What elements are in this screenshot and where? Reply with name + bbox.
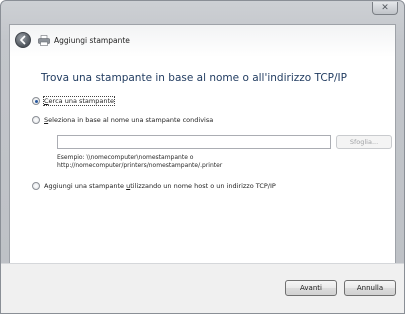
shared-printer-input[interactable] (57, 135, 331, 149)
radio-tcpip-printer[interactable] (32, 182, 40, 190)
radio-shared-printer[interactable] (32, 116, 40, 124)
cancel-button[interactable]: Annulla (344, 280, 396, 296)
next-button[interactable]: Avanti (285, 280, 337, 296)
option-search-printer-label: Cerca una stampante (42, 96, 116, 106)
back-button[interactable] (15, 32, 31, 48)
back-arrow-icon (20, 35, 26, 45)
option-tcpip-printer[interactable]: Aggiungi una stampante utilizzando un no… (32, 182, 276, 190)
window-title: Aggiungi stampante (54, 36, 130, 45)
example-line-1: Esempio: \\nomecomputer\nomestampante o (57, 154, 194, 161)
dialog-header: Aggiungi stampante (10, 25, 395, 57)
example-text: Esempio: \\nomecomputer\nomestampante o … (57, 154, 222, 170)
example-line-2: http://nomecomputer/printers/nomestampan… (57, 162, 223, 169)
printer-icon (38, 35, 50, 46)
option-search-printer[interactable]: Cerca una stampante (32, 96, 116, 106)
close-icon: ✕ (381, 2, 389, 13)
page-heading: Trova una stampante in base al nome o al… (41, 72, 347, 84)
browse-button[interactable]: Sfoglia... (336, 135, 392, 149)
radio-search-printer[interactable] (32, 97, 40, 105)
dialog-window: ✕ Aggiungi stampante Trova una stampante… (0, 0, 405, 314)
option-shared-printer[interactable]: Seleziona in base al nome una stampante … (32, 116, 213, 124)
close-button[interactable]: ✕ (372, 2, 398, 15)
option-tcpip-printer-label: Aggiungi una stampante utilizzando un no… (44, 182, 276, 190)
option-shared-printer-label: Seleziona in base al nome una stampante … (44, 116, 214, 124)
